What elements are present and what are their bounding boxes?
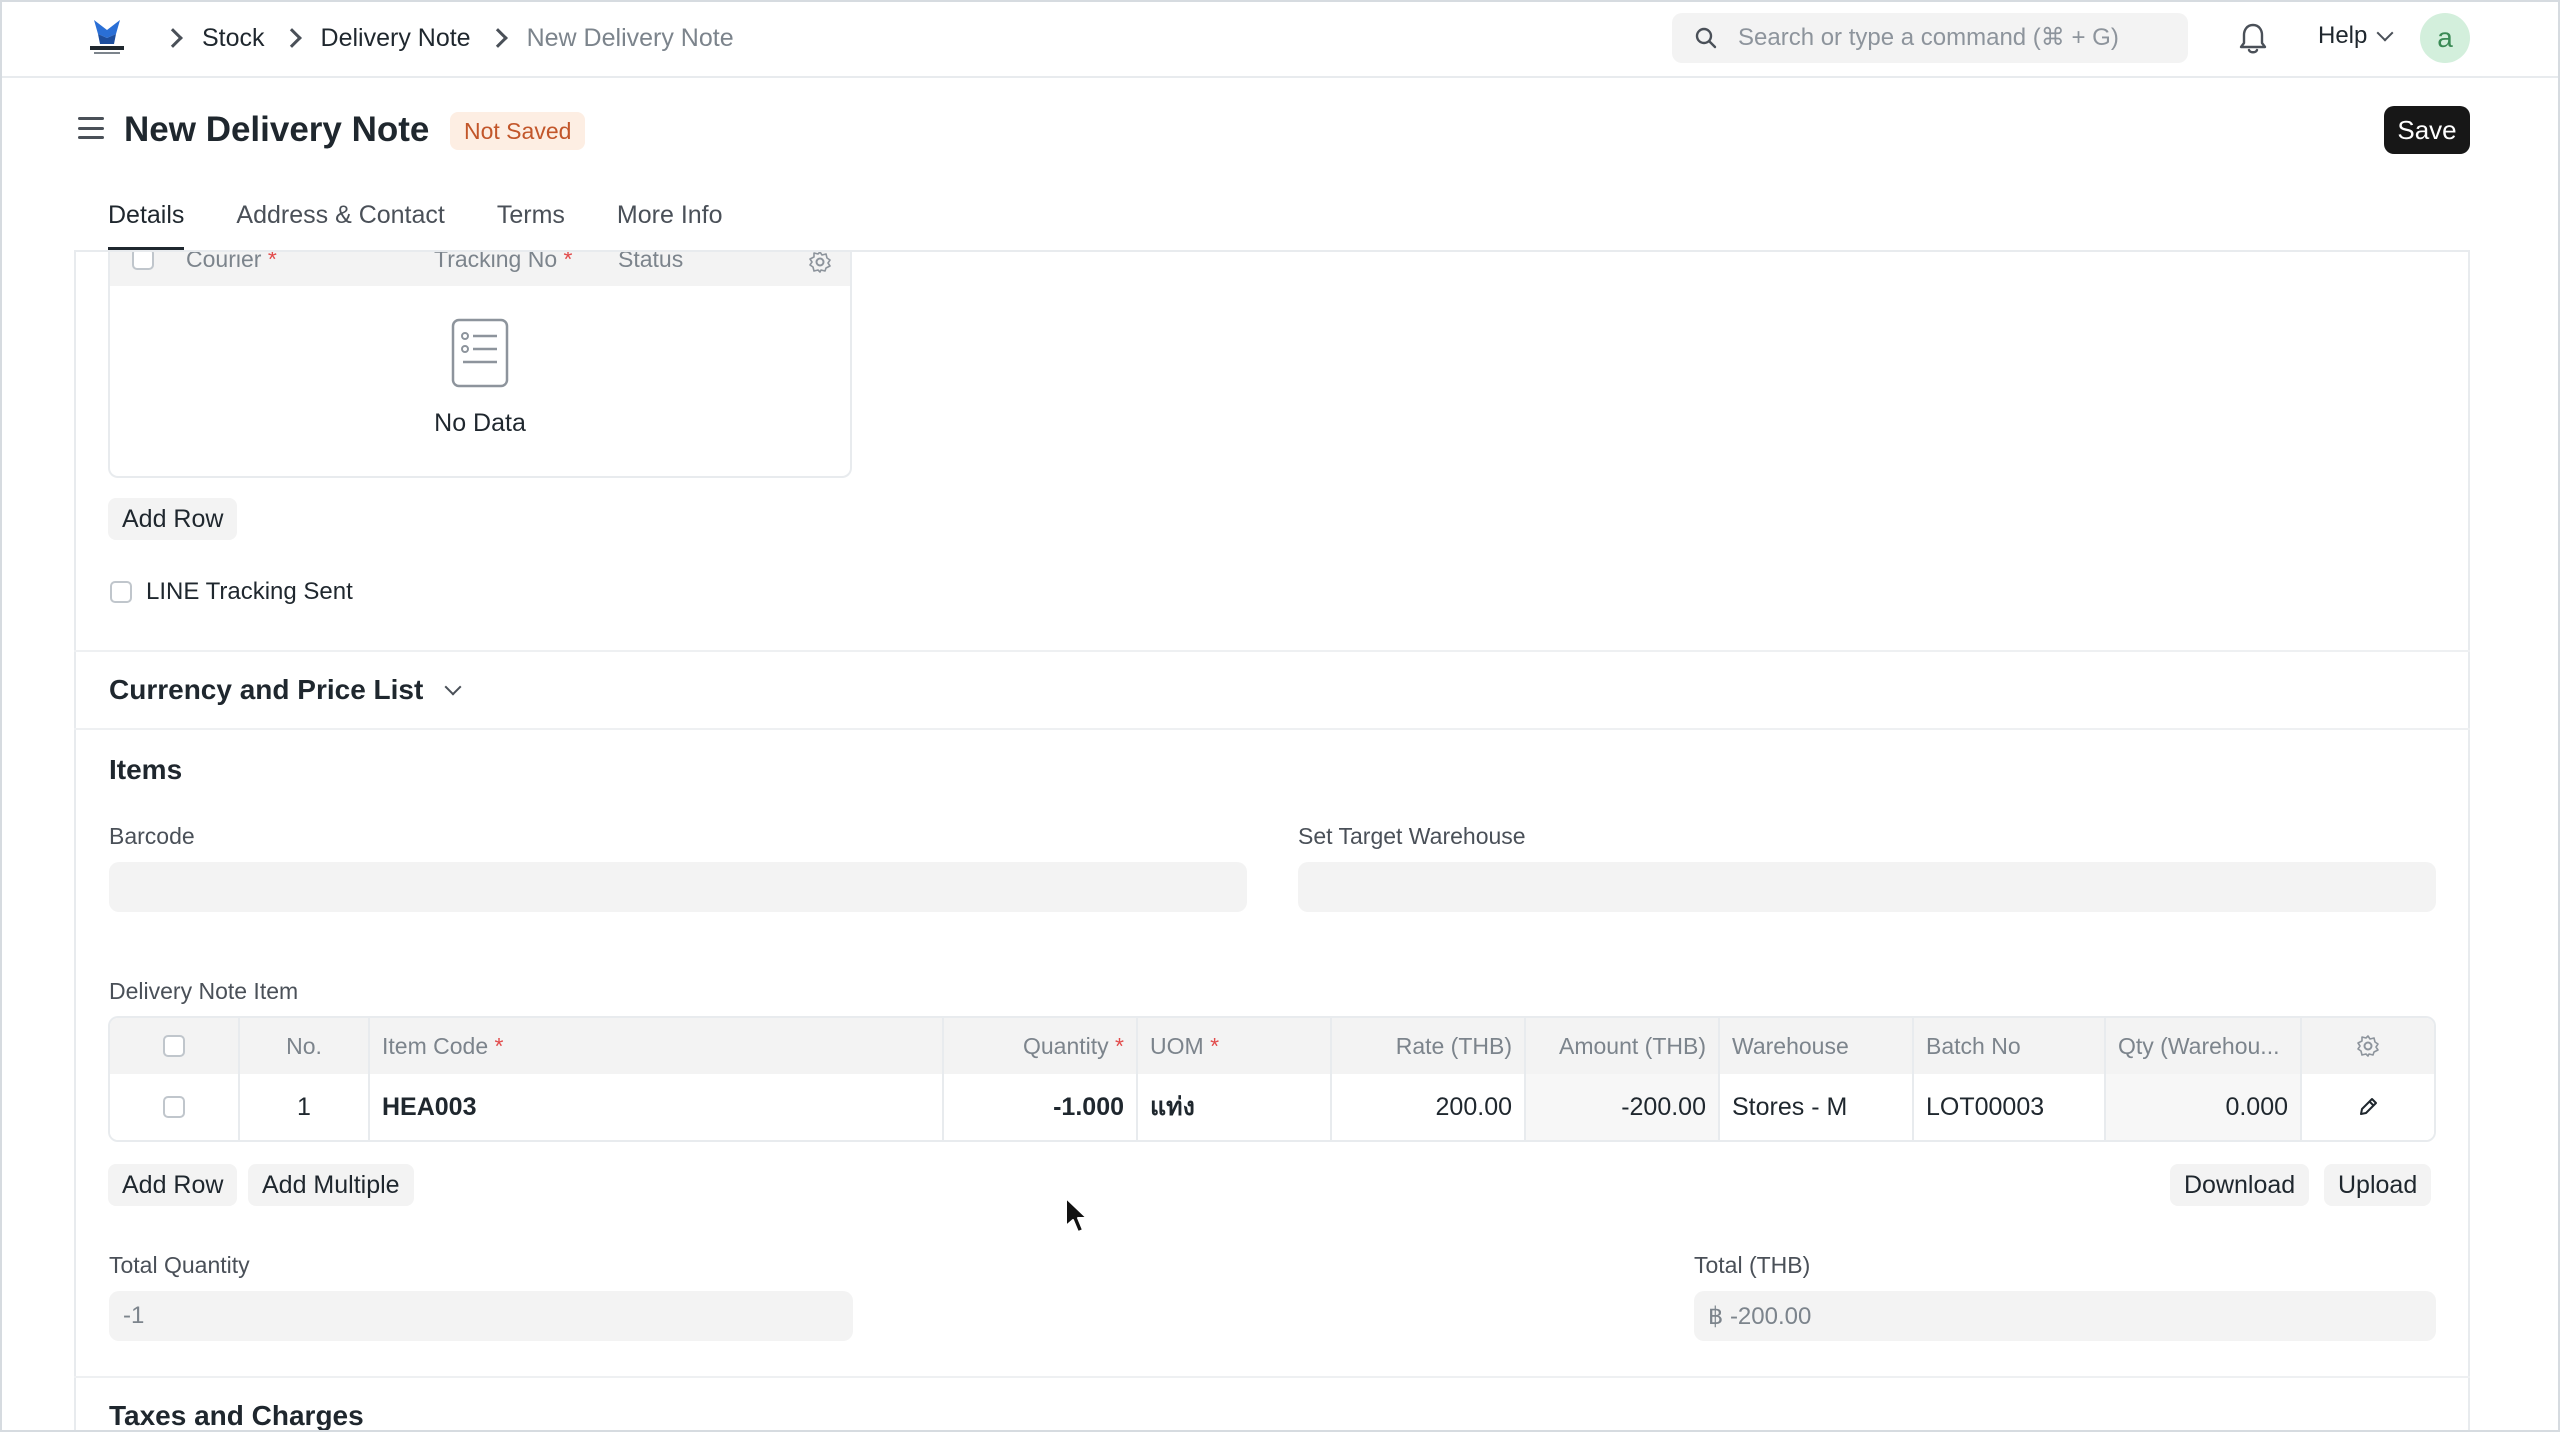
items-add-row-button[interactable]: Add Row — [108, 1164, 238, 1206]
breadcrumb: Stock Delivery Note New Delivery Note — [160, 20, 734, 56]
tab-address-contact[interactable]: Address & Contact — [236, 201, 444, 250]
column-warehouse: Warehouse — [1720, 1018, 1914, 1074]
breadcrumb-delivery-note[interactable]: Delivery Note — [321, 24, 471, 53]
download-button[interactable]: Download — [2170, 1164, 2310, 1206]
settings-gear-icon[interactable] — [2356, 1034, 2380, 1058]
row-amount: -200.00 — [1526, 1074, 1720, 1140]
column-uom: UOM * — [1138, 1018, 1332, 1074]
select-all-items-checkbox[interactable] — [163, 1035, 185, 1057]
table-row[interactable]: 1 HEA003 -1.000 แท่ง 200.00 -200.00 Stor… — [110, 1074, 2434, 1140]
taxes-section-title[interactable]: Taxes and Charges — [109, 1400, 364, 1432]
column-quantity: Quantity * — [944, 1018, 1138, 1074]
user-avatar[interactable]: a — [2420, 13, 2470, 63]
breadcrumb-stock[interactable]: Stock — [202, 24, 265, 53]
total-quantity-input — [109, 1291, 853, 1341]
currency-section-title: Currency and Price List — [109, 674, 424, 705]
form-tabs: Details Address & Contact Terms More Inf… — [74, 184, 2470, 252]
empty-state: No Data — [110, 318, 850, 438]
header-checkbox-cell — [110, 1018, 240, 1074]
tracking-table: Courier * Tracking No * Status No Data — [108, 236, 852, 478]
row-quantity[interactable]: -1.000 — [944, 1074, 1138, 1140]
app-logo-icon[interactable] — [84, 16, 130, 58]
column-qty-warehouse: Qty (Warehou... — [2106, 1018, 2302, 1074]
row-no: 1 — [240, 1074, 370, 1140]
target-warehouse-input[interactable] — [1298, 862, 2436, 912]
section-divider — [74, 728, 2470, 730]
help-label: Help — [2318, 22, 2368, 49]
mouse-cursor-icon — [1065, 1197, 1088, 1233]
row-rate[interactable]: 200.00 — [1332, 1074, 1526, 1140]
row-item-code[interactable]: HEA003 — [370, 1074, 944, 1140]
currency-section-header[interactable]: Currency and Price List — [109, 674, 462, 706]
column-rate: Rate (THB) — [1332, 1018, 1526, 1074]
search-icon — [1695, 27, 1717, 49]
line-tracking-sent-label: LINE Tracking Sent — [146, 578, 353, 605]
column-amount: Amount (THB) — [1526, 1018, 1720, 1074]
tracking-add-row-button[interactable]: Add Row — [108, 498, 238, 540]
row-uom[interactable]: แท่ง — [1138, 1074, 1332, 1140]
barcode-input[interactable] — [109, 862, 1247, 912]
upload-button[interactable]: Upload — [2324, 1164, 2432, 1206]
status-badge: Not Saved — [450, 112, 586, 150]
line-tracking-sent-checkbox[interactable] — [110, 581, 132, 603]
top-navbar: Stock Delivery Note New Delivery Note He… — [0, 0, 2560, 78]
breadcrumb-new-delivery-note: New Delivery Note — [526, 23, 734, 52]
section-divider — [74, 1376, 2470, 1378]
search-input[interactable] — [1738, 24, 2158, 52]
delivery-note-item-label: Delivery Note Item — [109, 978, 299, 1004]
search-bar[interactable] — [1672, 13, 2188, 63]
tab-terms[interactable]: Terms — [497, 201, 565, 250]
settings-gear-icon[interactable] — [808, 250, 832, 274]
page-title: New Delivery Note — [124, 110, 430, 149]
tab-details[interactable]: Details — [108, 201, 185, 250]
items-section-title: Items — [109, 754, 183, 785]
section-divider — [74, 650, 2470, 652]
row-edit-cell — [2302, 1074, 2434, 1140]
chevron-down-icon — [444, 678, 462, 696]
row-batch-no[interactable]: LOT00003 — [1914, 1074, 2106, 1140]
items-table: No. Item Code * Quantity * UOM * Rate (T… — [108, 1016, 2436, 1142]
column-settings — [2302, 1018, 2434, 1074]
tab-more-info[interactable]: More Info — [617, 201, 723, 250]
save-button[interactable]: Save — [2384, 106, 2470, 154]
chevron-right-icon — [281, 28, 302, 48]
items-table-header: No. Item Code * Quantity * UOM * Rate (T… — [110, 1018, 2434, 1074]
total-thb-input — [1694, 1291, 2436, 1341]
row-checkbox-cell — [110, 1074, 240, 1140]
line-tracking-sent-field[interactable]: LINE Tracking Sent — [110, 578, 353, 606]
barcode-label: Barcode — [109, 823, 195, 849]
empty-list-icon — [451, 318, 509, 388]
row-warehouse[interactable]: Stores - M — [1720, 1074, 1914, 1140]
column-item-code: Item Code * — [370, 1018, 944, 1074]
target-warehouse-label: Set Target Warehouse — [1298, 823, 1526, 849]
column-no: No. — [240, 1018, 370, 1074]
chevron-right-icon — [487, 28, 508, 48]
notification-bell-icon[interactable] — [2236, 20, 2270, 56]
no-data-text: No Data — [434, 409, 526, 437]
help-dropdown[interactable]: Help — [2318, 22, 2394, 50]
chevron-right-icon — [163, 28, 183, 48]
edit-pencil-icon[interactable] — [2357, 1096, 2379, 1118]
column-batch-no: Batch No — [1914, 1018, 2106, 1074]
sidebar-toggle-icon[interactable] — [78, 117, 104, 139]
row-qty-warehouse: 0.000 — [2106, 1074, 2302, 1140]
total-quantity-label: Total Quantity — [109, 1252, 250, 1278]
chevron-down-icon — [2376, 24, 2394, 42]
add-multiple-button[interactable]: Add Multiple — [248, 1164, 414, 1206]
row-select-checkbox[interactable] — [163, 1096, 185, 1118]
total-thb-label: Total (THB) — [1694, 1252, 1811, 1278]
